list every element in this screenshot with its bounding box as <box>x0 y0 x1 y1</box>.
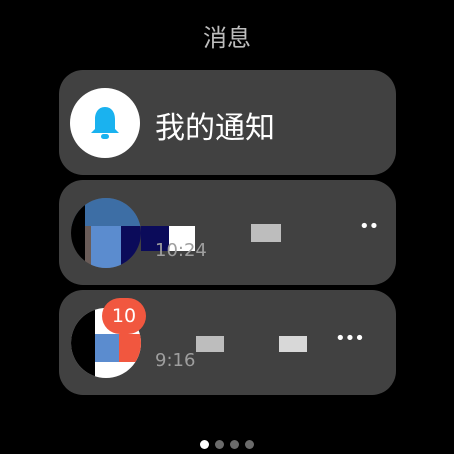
my-notifications-card[interactable]: 我的通知 <box>59 70 396 175</box>
avatar <box>71 198 141 268</box>
avatar-pixel <box>71 308 95 378</box>
avatar-pixel <box>119 334 141 362</box>
more-icon[interactable]: ••• <box>335 330 365 348</box>
redacted-text <box>196 336 224 352</box>
avatar-pixel <box>71 198 85 268</box>
redacted-text <box>251 224 281 242</box>
page-dot <box>230 440 239 449</box>
page-dot <box>245 440 254 449</box>
message-item[interactable]: 10 9:16 ••• <box>59 290 396 395</box>
bell-icon <box>91 107 119 139</box>
more-icon[interactable]: •• <box>359 218 379 236</box>
page-dot <box>215 440 224 449</box>
avatar-pixel <box>95 334 119 362</box>
message-item[interactable]: 10:24 •• <box>59 180 396 285</box>
redacted-text <box>279 336 307 352</box>
unread-count-badge: 10 <box>102 298 146 334</box>
bell-avatar <box>70 88 140 158</box>
avatar-pixel <box>121 226 141 268</box>
page-dot-active <box>200 440 209 449</box>
my-notifications-label: 我的通知 <box>155 111 275 146</box>
page-indicator <box>0 440 454 449</box>
avatar-pixel <box>91 226 121 268</box>
message-time: 10:24 <box>155 240 207 261</box>
message-time: 9:16 <box>155 350 196 371</box>
page-title: 消息 <box>203 24 251 52</box>
